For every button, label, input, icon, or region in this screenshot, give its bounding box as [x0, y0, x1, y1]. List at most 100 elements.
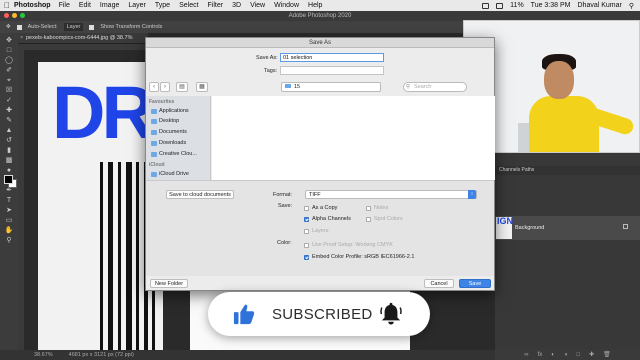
trash-icon[interactable]: 🗑 [603, 351, 611, 358]
zoom-window-button[interactable] [20, 13, 25, 18]
search-field[interactable]: ⚲ Search [403, 82, 467, 92]
user-name[interactable]: Dhaval Kumar [578, 2, 622, 9]
panel-tabs[interactable]: Channels Paths [495, 166, 640, 175]
forward-button[interactable]: › [160, 82, 170, 92]
sidebar-item-creative-cloud[interactable]: Creative Clou... [150, 150, 208, 159]
sidebar-item-label: Downloads [159, 140, 187, 146]
auto-select-checkbox[interactable] [16, 24, 22, 30]
auto-select-dropdown[interactable]: Layer [63, 23, 84, 31]
vertical-ruler[interactable] [18, 44, 24, 350]
minimize-window-button[interactable] [12, 13, 17, 18]
battery-icon[interactable] [496, 2, 504, 9]
quick-select-tool-icon[interactable]: ✐ [4, 66, 15, 75]
menu-help[interactable]: Help [308, 2, 322, 9]
apple-icon[interactable]:  [0, 1, 14, 10]
embed-color-profile-checkbox[interactable]: Embed Color Profile: sRGB IEC61966-2.1 [304, 254, 414, 261]
menu-view[interactable]: View [250, 2, 265, 9]
menu-3d[interactable]: 3D [232, 2, 241, 9]
transform-controls-checkbox[interactable] [89, 24, 95, 30]
eyedropper-tool-icon[interactable]: ✓ [4, 96, 15, 105]
tags-field[interactable] [280, 66, 384, 75]
mask-icon[interactable]: ◐ [551, 352, 555, 358]
type-tool-icon[interactable]: T [4, 196, 15, 205]
path-select-tool-icon[interactable]: ➤ [4, 206, 15, 215]
zoom-level[interactable]: 38.67% [34, 352, 53, 358]
healing-tool-icon[interactable]: ✚ [4, 106, 15, 115]
folder-dropdown[interactable]: 15 [281, 82, 381, 92]
close-tab-icon[interactable]: × [20, 33, 23, 44]
screen:  Photoshop File Edit Image Layer Type S… [0, 0, 640, 360]
curtain-stripe [118, 162, 121, 350]
menu-edit[interactable]: Edit [79, 2, 91, 9]
format-dropdown[interactable]: TIFF ↕ [305, 190, 477, 199]
move-tool-icon[interactable]: ✥ [4, 36, 15, 45]
sidebar-item-label: Creative Clou... [159, 151, 197, 157]
new-layer-icon[interactable]: ✚ [589, 351, 594, 358]
as-a-copy-checkbox[interactable]: As a Copy [304, 205, 337, 212]
save-as-dialog: Save As Save As: 01 selection Tags: ‹ › … [145, 37, 495, 291]
cancel-button[interactable]: Cancel [424, 279, 454, 288]
search-icon[interactable]: ⚲ [629, 2, 634, 10]
menu-filter[interactable]: Filter [208, 2, 224, 9]
link-layers-icon[interactable]: ∞ [524, 352, 528, 358]
sidebar-toggle-icon[interactable]: ▤ [176, 82, 188, 92]
save-button[interactable]: Save [459, 279, 491, 288]
stamp-tool-icon[interactable]: ▲ [4, 126, 15, 135]
move-tool-icon[interactable]: ✥ [6, 24, 11, 30]
menu-app-name[interactable]: Photoshop [14, 2, 51, 9]
menu-file[interactable]: File [59, 2, 70, 9]
menu-type[interactable]: Type [155, 2, 170, 9]
spot-colors-checkbox[interactable]: Spot Colors [366, 216, 403, 223]
notes-checkbox[interactable]: Notes [366, 205, 388, 212]
crop-tool-icon[interactable]: ⌖ [4, 76, 15, 85]
layers-checkbox[interactable]: Layers [304, 228, 329, 235]
view-mode-icon[interactable]: ▦ [196, 82, 208, 92]
close-window-button[interactable] [4, 13, 9, 18]
marquee-tool-icon[interactable]: □ [4, 46, 15, 55]
sidebar-item-documents[interactable]: Documents [150, 128, 208, 137]
sidebar-item-desktop[interactable]: Desktop [150, 117, 208, 126]
adjustment-icon[interactable]: ◑ [564, 352, 568, 358]
clock[interactable]: Tue 3:38 PM [531, 2, 571, 9]
save-as-field[interactable]: 01 selection [280, 53, 384, 62]
foreground-color-swatch[interactable] [4, 175, 13, 184]
wifi-icon[interactable] [482, 2, 490, 9]
gradient-tool-icon[interactable]: ▩ [4, 156, 15, 165]
shape-tool-icon[interactable]: ▭ [4, 216, 15, 225]
file-browser[interactable] [212, 96, 495, 180]
curtain-stripe [108, 162, 113, 350]
documents-icon [151, 130, 157, 135]
sidebar-item-icloud-drive[interactable]: iCloud Drive [150, 170, 208, 179]
menu-select[interactable]: Select [179, 2, 198, 9]
thumbs-up-icon [233, 304, 255, 325]
use-proof-setup-checkbox[interactable]: Use Proof Setup: Working CMYK [304, 242, 393, 249]
webcam-person-shirt [529, 96, 599, 152]
brush-tool-icon[interactable]: ✎ [4, 116, 15, 125]
folder-name: 15 [294, 84, 301, 90]
sidebar-item-applications[interactable]: Applications [150, 107, 208, 116]
alpha-channels-checkbox[interactable]: Alpha Channels [304, 216, 351, 223]
frame-tool-icon[interactable]: ☒ [4, 86, 15, 95]
lasso-tool-icon[interactable]: ◯ [4, 56, 15, 65]
subscribed-overlay[interactable]: SUBSCRIBED [208, 292, 430, 336]
document-size[interactable]: 4681 px x 3121 px (72 ppi) [69, 352, 134, 358]
new-folder-button[interactable]: New Folder [150, 279, 188, 288]
save-to-cloud-button[interactable]: Save to cloud documents [166, 190, 234, 199]
sidebar-item-label: Applications [159, 108, 189, 114]
zoom-tool-icon[interactable]: ⚲ [4, 236, 15, 245]
blur-tool-icon[interactable]: ● [4, 166, 15, 175]
menu-window[interactable]: Window [274, 2, 299, 9]
document-tab[interactable]: × pexels-kaboompics-com-6444.jpg @ 38.7% [18, 33, 148, 44]
menu-layer[interactable]: Layer [128, 2, 146, 9]
menu-image[interactable]: Image [100, 2, 119, 9]
layer-row[interactable]: IGN Background [495, 216, 640, 240]
group-icon[interactable]: □ [576, 352, 580, 358]
sidebar-item-downloads[interactable]: Downloads [150, 139, 208, 148]
hand-tool-icon[interactable]: ✋ [4, 226, 15, 235]
window-controls [4, 13, 25, 18]
fx-icon[interactable]: fx [538, 352, 543, 358]
lock-icon[interactable] [623, 224, 628, 229]
eraser-tool-icon[interactable]: ▮ [4, 146, 15, 155]
history-brush-tool-icon[interactable]: ↺ [4, 136, 15, 145]
back-button[interactable]: ‹ [149, 82, 159, 92]
